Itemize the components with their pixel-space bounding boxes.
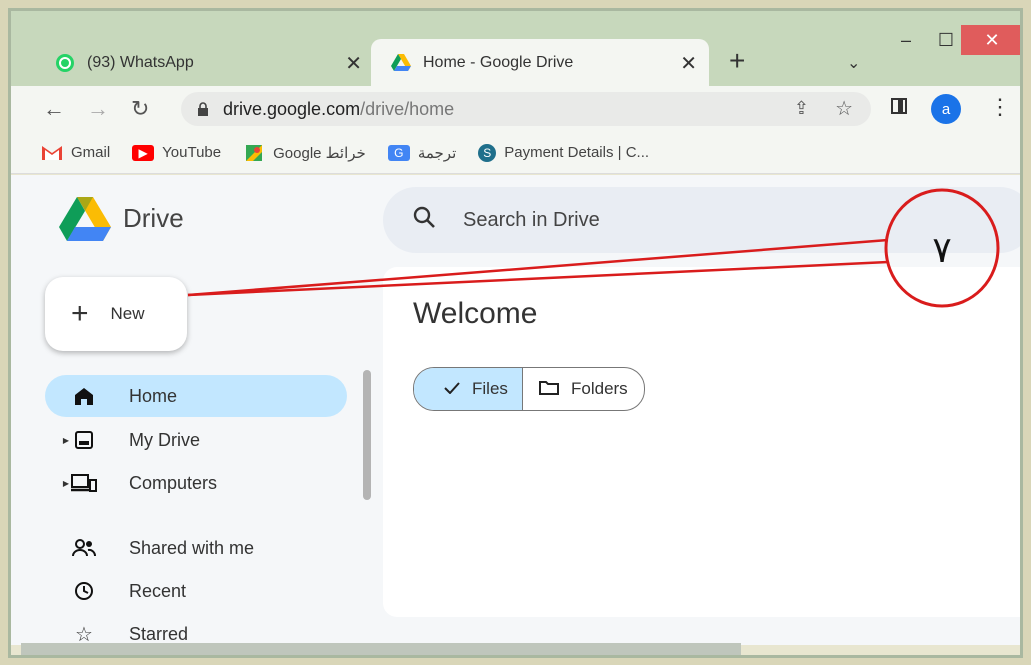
bookmark-youtube[interactable]: ▶ YouTube [132,144,221,161]
bookmark-translate[interactable]: G ترجمة [387,144,457,162]
profile-avatar[interactable]: a [931,94,961,124]
app-name: Drive [123,203,184,233]
bookmarks-bar: Gmail ▶ YouTube Google خرائط G ترجمة S P… [11,132,1020,174]
home-icon [71,385,97,407]
reload-icon[interactable]: ↻ [131,96,149,122]
url-text: drive.google.com/drive/home [223,98,455,119]
minimize-button[interactable]: – [891,25,921,55]
search-input[interactable]: Search in Drive [383,187,1020,253]
sidebar-item-my-drive[interactable]: ▶ My Drive [45,419,347,461]
horizontal-scrollbar[interactable] [21,643,741,655]
sidebar-item-label: Computers [129,472,218,493]
sidebar-item-label: Shared with me [129,537,255,558]
bookmark-star-icon[interactable]: ☆ [835,96,853,121]
star-icon: ☆ [75,623,93,646]
new-label: New [110,304,145,323]
files-label: Files [472,379,508,398]
page-title: Welcome [413,297,538,330]
google-drive-icon [391,53,411,73]
payment-icon: S [478,143,497,162]
drive-page: Drive Search in Drive + New Home ▶ My Dr… [11,175,1020,646]
google-maps-icon [243,144,265,161]
check-icon [444,379,460,399]
expand-arrow-icon[interactable]: ▶ [55,436,69,445]
bookmark-gmail[interactable]: Gmail [41,144,110,161]
sidebar-item-shared[interactable]: Shared with me [45,527,347,569]
bookmark-label: ترجمة [417,144,457,162]
folders-chip[interactable]: Folders [522,368,644,410]
chevron-down-icon[interactable]: ⌄ [847,53,860,73]
sidebar-item-label: My Drive [129,429,200,450]
folder-icon [539,379,559,400]
bookmark-google-maps[interactable]: Google خرائط [243,144,366,162]
sidebar-item-recent[interactable]: Recent [45,570,347,612]
gmail-icon [41,145,63,161]
browser-window: (93) WhatsApp ✕ Home - Google Drive ✕ + … [8,8,1023,658]
bookmark-label: Gmail [71,144,111,161]
google-drive-logo [59,197,111,241]
close-tab-icon[interactable]: ✕ [680,51,697,76]
bookmark-label: Google خرائط [273,144,366,162]
side-panel-icon[interactable] [891,98,907,114]
back-arrow-icon[interactable]: ← [43,96,65,122]
whatsapp-icon [55,53,75,73]
forward-arrow-icon[interactable]: → [87,96,109,122]
close-tab-icon[interactable]: ✕ [345,51,362,76]
close-window-button[interactable]: ✕ [961,25,1020,55]
tab-title: Home - Google Drive [423,53,574,71]
sidebar-item-home[interactable]: Home [45,375,347,417]
search-icon [413,206,435,234]
tab-title: (93) WhatsApp [87,53,194,71]
bookmark-label: YouTube [162,144,222,161]
bookmark-label: Payment Details | C... [504,144,650,161]
plus-icon: + [71,297,89,330]
sidebar-scrollbar[interactable] [363,370,371,500]
my-drive-icon [71,429,97,451]
tab-google-drive[interactable]: Home - Google Drive ✕ [371,39,709,86]
expand-arrow-icon[interactable]: ▶ [55,479,69,488]
google-translate-icon: G [387,144,410,161]
shared-icon [71,537,97,559]
clock-icon [71,580,97,602]
address-bar[interactable]: drive.google.com/drive/home ⇪ ☆ [181,92,871,126]
lock-icon [198,102,208,116]
folders-label: Folders [571,379,628,398]
new-button[interactable]: + New [45,277,187,351]
more-menu-icon[interactable]: ⋮ [989,94,1011,120]
tab-strip: (93) WhatsApp ✕ Home - Google Drive ✕ + … [11,11,1020,86]
sidebar-item-label: Recent [129,580,187,601]
maximize-button[interactable]: ☐ [931,25,961,55]
search-placeholder: Search in Drive [463,208,600,231]
main-panel: Welcome Files Folders [383,267,1020,617]
share-icon[interactable]: ⇪ [794,98,809,119]
youtube-icon: ▶ [132,144,155,161]
tab-whatsapp[interactable]: (93) WhatsApp ✕ [29,39,374,86]
browser-toolbar: ← → ↻ drive.google.com/drive/home ⇪ ☆ a … [11,86,1020,132]
bookmark-payment[interactable]: S Payment Details | C... [478,143,650,162]
computers-icon [71,472,97,494]
sidebar-item-label: Home [129,385,178,406]
sidebar-item-computers[interactable]: ▶ Computers [45,462,347,504]
new-tab-button[interactable]: + [729,47,745,75]
files-folders-toggle: Files Folders [413,367,645,411]
files-chip[interactable]: Files [414,368,522,410]
sidebar-item-label: Starred [129,623,189,644]
